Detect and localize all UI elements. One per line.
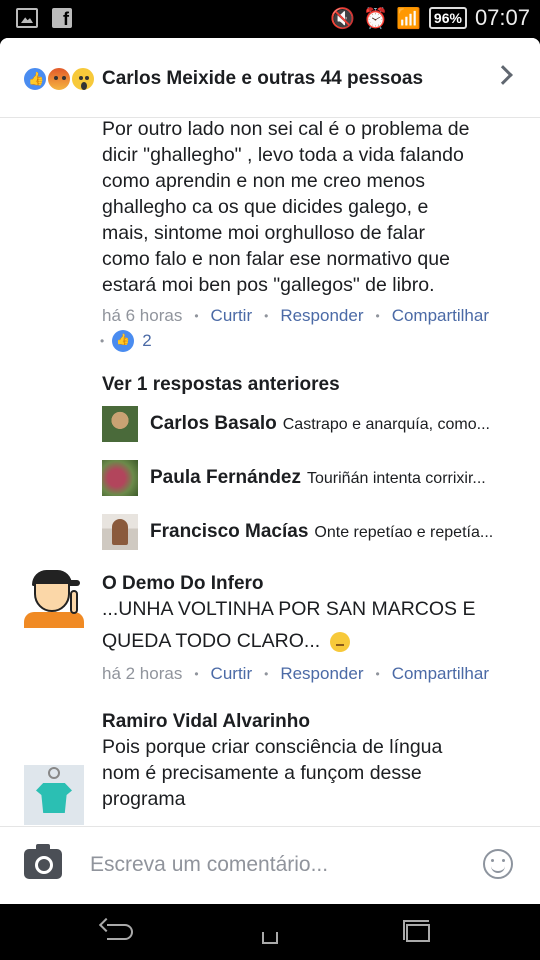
wifi-icon: 📶 — [396, 7, 421, 30]
facebook-notification-icon: f — [52, 8, 72, 29]
wow-icon — [70, 66, 96, 92]
separator: • — [375, 309, 380, 323]
reply-preview[interactable]: Carlos Basalo Castrapo e anarquía, como..… — [102, 406, 522, 442]
comment-line: programa — [102, 788, 186, 810]
comment-actions: há 2 horas • Curtir • Responder • Compar… — [102, 664, 489, 684]
camera-icon[interactable] — [24, 844, 62, 879]
separator: • — [264, 309, 269, 323]
reply-snippet: Castrapo e anarquía, como... — [282, 416, 490, 433]
separator: • — [194, 667, 199, 681]
comment-line: dicir "ghallegho" , levo toda a vida fal… — [102, 144, 464, 166]
comment-line: como falo e non falar ese normativo que — [102, 248, 450, 270]
reply-preview[interactable]: Francisco Macías Onte repetíao e repetía.… — [102, 514, 522, 550]
comment-timestamp: há 2 horas — [102, 664, 183, 683]
recent-apps-icon[interactable] — [403, 920, 430, 942]
comment-timestamp: há 6 horas — [102, 306, 183, 325]
pensive-face-icon — [330, 631, 351, 652]
battery-indicator: 96% — [428, 7, 467, 29]
comment-line: Pois porque criar consciência de língua — [102, 736, 443, 758]
back-icon[interactable] — [107, 924, 133, 940]
comment-body: Pois porque criar consciência de língua … — [102, 734, 522, 812]
comment-line: estará moi ben pos "gallegos" de libro. — [102, 274, 435, 296]
reactions-title[interactable]: Carlos Meixide e outras 44 pessoas — [102, 68, 423, 90]
share-link[interactable]: Compartilhar — [392, 306, 489, 326]
home-icon[interactable] — [258, 922, 282, 944]
alarm-icon: ⏰ — [363, 7, 388, 30]
system-icons: 🔇 ⏰ 📶 96% 07:07 — [330, 5, 530, 31]
navigation-bar — [0, 904, 540, 960]
avatar[interactable] — [24, 765, 84, 825]
comments-sheet: Carlos Meixide e outras 44 pessoas Por o… — [0, 38, 540, 904]
reply-preview[interactable]: Paula Fernández Touriñán intenta corrixir… — [102, 460, 522, 496]
comment-line: QUEDA TODO CLARO... — [102, 630, 321, 652]
clock: 07:07 — [474, 5, 530, 30]
reply-author[interactable]: Paula Fernández — [150, 467, 301, 488]
like-link[interactable]: Curtir — [211, 306, 253, 326]
comment-body: ...UNHA VOLTINHA POR SAN MARCOS E QUEDA … — [102, 596, 522, 654]
comment-line: nom é precisamente a funçom desse — [102, 762, 422, 784]
like-icon — [22, 66, 48, 92]
comment-body: Por outro lado non sei cal é o problema … — [102, 116, 512, 298]
notification-icons: f — [16, 8, 72, 29]
avatar[interactable] — [24, 568, 84, 628]
reply-snippet: Onte repetíao e repetía... — [314, 524, 494, 541]
reactions-summary[interactable]: Carlos Meixide e outras 44 pessoas — [0, 38, 540, 118]
comment-input[interactable] — [90, 849, 460, 881]
avatar[interactable] — [102, 460, 138, 496]
chevron-right-icon[interactable] — [493, 65, 513, 85]
comment-author[interactable]: Ramiro Vidal Alvarinho — [102, 711, 310, 733]
reply-author[interactable]: Francisco Macías — [150, 521, 308, 542]
angry-icon — [46, 66, 72, 92]
comment-line: Por outro lado non sei cal é o problema … — [102, 118, 470, 140]
status-bar: f 🔇 ⏰ 📶 96% 07:07 — [0, 0, 540, 38]
comment-line: mais, sintome moi orghulloso de falar — [102, 222, 425, 244]
gallery-notification-icon — [16, 8, 38, 28]
sticker-smiley-icon[interactable] — [483, 849, 513, 879]
avatar[interactable] — [102, 514, 138, 550]
reply-author[interactable]: Carlos Basalo — [150, 413, 277, 434]
separator: • — [375, 667, 380, 681]
reply-snippet: Touriñán intenta corrixir... — [307, 470, 486, 487]
separator: • — [100, 334, 105, 348]
like-icon — [112, 330, 135, 352]
comment-line: ghallegho ca os que dicides galego, e — [102, 196, 429, 218]
view-previous-replies[interactable]: Ver 1 respostas anteriores — [102, 374, 340, 396]
like-link[interactable]: Curtir — [211, 664, 253, 684]
reply-link[interactable]: Responder — [280, 306, 363, 326]
mute-icon: 🔇 — [330, 7, 356, 30]
comment-like-count[interactable]: • 2 — [100, 330, 152, 352]
comment-author[interactable]: O Demo Do Infero — [102, 573, 264, 595]
share-link[interactable]: Compartilhar — [392, 664, 489, 684]
like-count-value: 2 — [142, 331, 152, 350]
comment-line: ...UNHA VOLTINHA POR SAN MARCOS E — [102, 598, 476, 620]
reply-link[interactable]: Responder — [280, 664, 363, 684]
separator: • — [194, 309, 199, 323]
comment-composer — [0, 826, 540, 904]
comment-line: como aprendin e non me creo menos — [102, 170, 426, 192]
reaction-icons — [22, 66, 98, 94]
separator: • — [264, 667, 269, 681]
avatar[interactable] — [102, 406, 138, 442]
comment-actions: há 6 horas • Curtir • Responder • Compar… — [102, 306, 489, 326]
